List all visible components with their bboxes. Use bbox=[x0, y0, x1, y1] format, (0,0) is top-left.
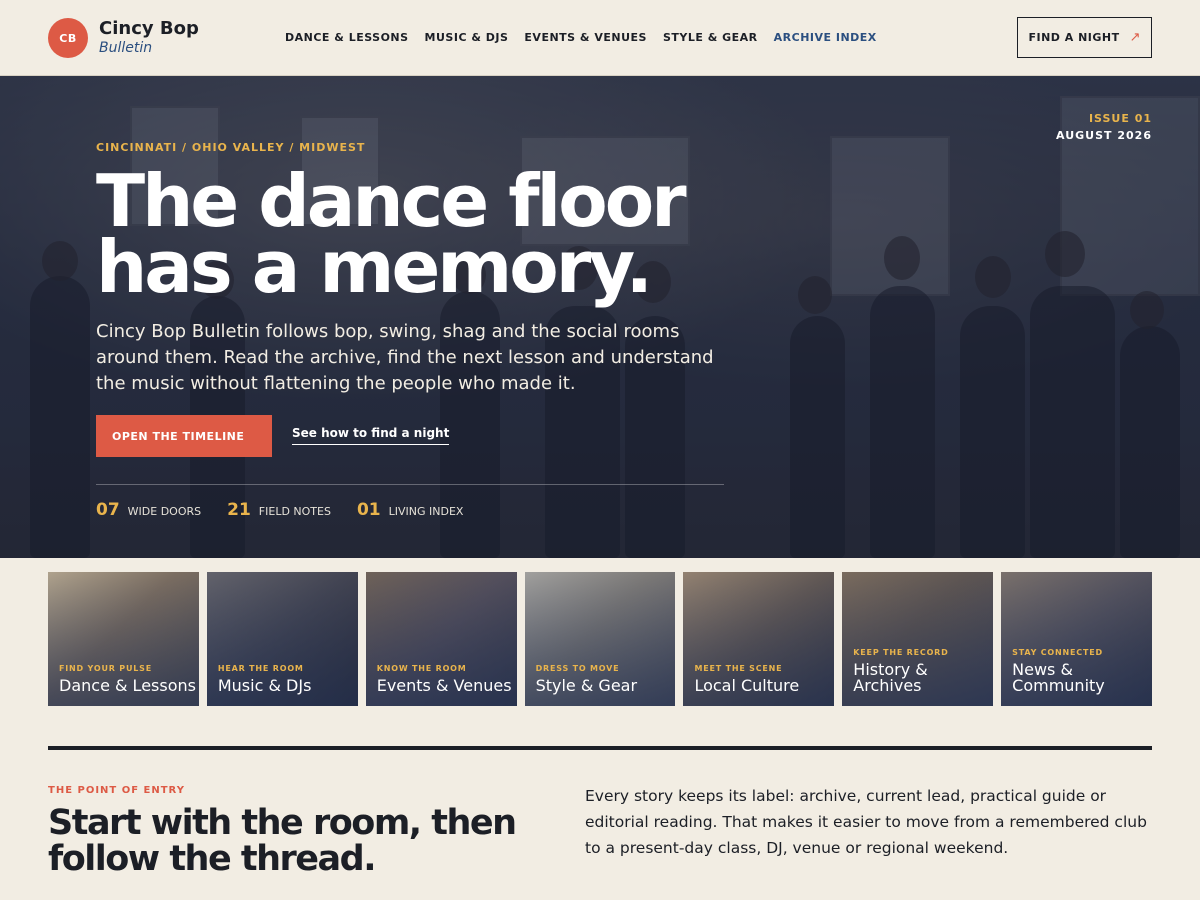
section-title: Start with the room, then follow the thr… bbox=[48, 803, 517, 879]
card-local-culture[interactable]: MEET THE SCENE Local Culture bbox=[683, 572, 835, 706]
card-title: Local Culture bbox=[694, 676, 800, 695]
hero-description: Cincy Bop Bulletin follows bop, swing, s… bbox=[96, 321, 714, 394]
find-night-link[interactable]: See how to find a night bbox=[292, 426, 450, 445]
card-kicker: MEET THE SCENE bbox=[694, 664, 783, 673]
section-divider bbox=[48, 746, 1152, 750]
category-cards: FIND YOUR PULSE Dance & Lessons HEAR THE… bbox=[48, 572, 1153, 706]
card-title: Style & Gear bbox=[535, 676, 638, 695]
hero-stats: 07 WIDE DOORS 21 FIELD NOTES 01 LIVING I… bbox=[96, 500, 463, 520]
card-title: History & Archives bbox=[853, 660, 928, 695]
card-news-community[interactable]: STAY CONNECTED News & Community bbox=[1001, 572, 1153, 706]
card-events-venues[interactable]: KNOW THE ROOM Events & Venues bbox=[365, 572, 517, 706]
nav-item-events-venues[interactable]: EVENTS & VENUES bbox=[524, 31, 647, 44]
stat-field-notes: 21 FIELD NOTES bbox=[227, 500, 331, 520]
card-title: Dance & Lessons bbox=[59, 676, 196, 695]
stat-label: LIVING INDEX bbox=[388, 505, 464, 518]
open-timeline-label: OPEN THE TIMELINE bbox=[112, 429, 245, 443]
site-header: CB Cincy Bop Bulletin DANCE & LESSONS MU… bbox=[0, 0, 1200, 76]
card-title: News & Community bbox=[1012, 660, 1105, 695]
card-music-djs[interactable]: HEAR THE ROOM Music & DJs bbox=[206, 572, 358, 706]
card-style-gear[interactable]: DRESS TO MOVE Style & Gear bbox=[524, 572, 676, 706]
find-a-night-button[interactable]: FIND A NIGHT ↗ bbox=[1017, 17, 1152, 58]
stat-living-index: 01 LIVING INDEX bbox=[357, 500, 464, 520]
brand-subtitle: Bulletin bbox=[99, 40, 153, 56]
nav-item-dance-lessons[interactable]: DANCE & LESSONS bbox=[285, 31, 409, 44]
card-title: Music & DJs bbox=[217, 676, 312, 695]
nav-item-music-djs[interactable]: MUSIC & DJS bbox=[425, 31, 509, 44]
open-timeline-button[interactable]: OPEN THE TIMELINE bbox=[96, 415, 272, 457]
issue-date: AUGUST 2026 bbox=[1056, 129, 1152, 142]
logo-badge[interactable]: CB bbox=[48, 18, 88, 58]
section-body: Every story keeps its label: archive, cu… bbox=[585, 787, 1147, 857]
card-title: Events & Venues bbox=[376, 676, 512, 695]
stat-number: 21 bbox=[227, 500, 251, 520]
card-kicker: STAY CONNECTED bbox=[1012, 648, 1103, 657]
nav-item-archive-index[interactable]: ARCHIVE INDEX bbox=[774, 31, 877, 44]
card-kicker: DRESS TO MOVE bbox=[535, 664, 620, 673]
stat-number: 07 bbox=[96, 500, 120, 520]
find-a-night-label: FIND A NIGHT bbox=[1028, 31, 1120, 44]
section-kicker: THE POINT OF ENTRY bbox=[48, 785, 185, 796]
stat-number: 01 bbox=[356, 500, 381, 520]
card-kicker: KNOW THE ROOM bbox=[376, 664, 467, 673]
nav-item-style-gear[interactable]: STYLE & GEAR bbox=[663, 31, 758, 44]
hero-section: CINCINNATI / OHIO VALLEY / MIDWEST ISSUE… bbox=[0, 76, 1200, 558]
stat-label: FIELD NOTES bbox=[258, 505, 331, 518]
brand-name[interactable]: Cincy Bop bbox=[99, 18, 199, 39]
main-nav: DANCE & LESSONS MUSIC & DJS EVENTS & VEN… bbox=[285, 31, 877, 44]
card-history-archives[interactable]: KEEP THE RECORD History & Archives bbox=[842, 572, 994, 706]
card-kicker: FIND YOUR PULSE bbox=[59, 664, 152, 673]
hero-kicker: CINCINNATI / OHIO VALLEY / MIDWEST bbox=[96, 141, 366, 154]
issue-number: ISSUE 01 bbox=[1088, 112, 1152, 125]
stat-wide-doors: 07 WIDE DOORS bbox=[96, 500, 201, 520]
stat-label: WIDE DOORS bbox=[127, 505, 202, 518]
card-dance-lessons[interactable]: FIND YOUR PULSE Dance & Lessons bbox=[48, 572, 199, 706]
hero-title: The dance floor has a memory. bbox=[96, 159, 687, 309]
arrow-up-right-icon: ↗ bbox=[1129, 30, 1141, 45]
card-kicker: HEAR THE ROOM bbox=[217, 664, 304, 673]
card-kicker: KEEP THE RECORD bbox=[853, 648, 949, 657]
hero-divider bbox=[96, 484, 724, 485]
